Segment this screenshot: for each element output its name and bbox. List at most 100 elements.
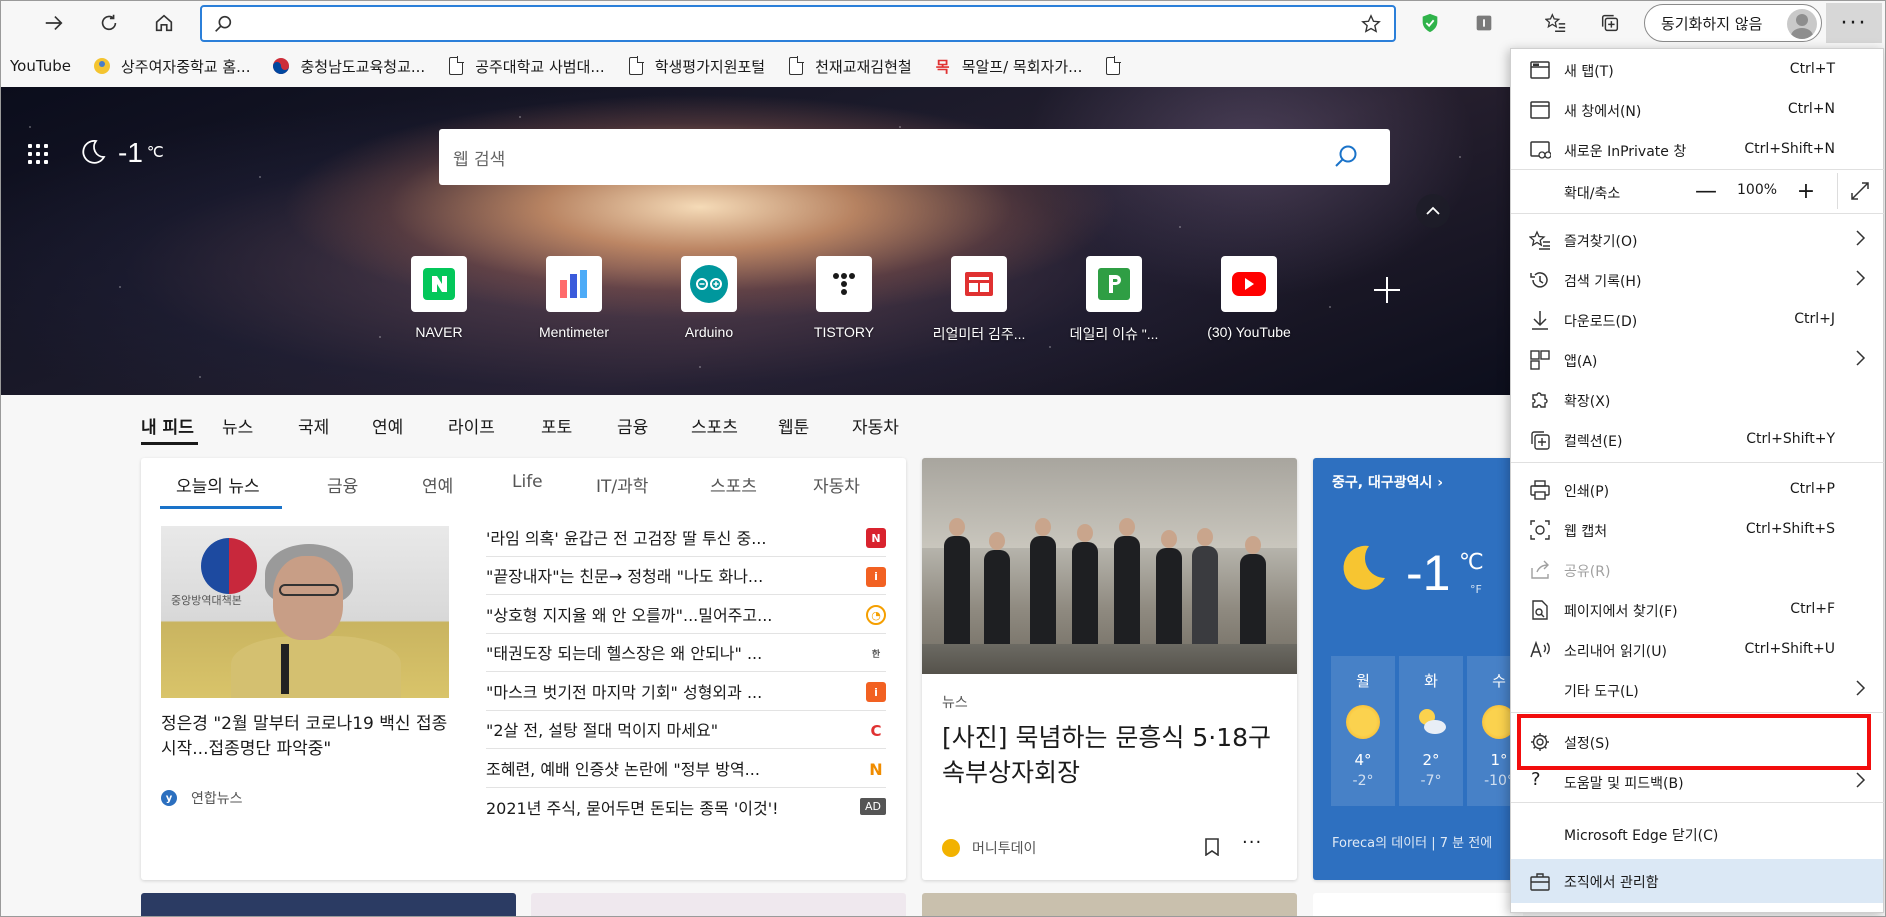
- add-quick-link-icon[interactable]: [1372, 275, 1402, 305]
- tab-international[interactable]: 국제: [298, 405, 336, 445]
- headline-item[interactable]: "상호형 지지율 왜 안 오를까"...밀어주고... ◔: [486, 595, 886, 634]
- headline-item[interactable]: "태권도장 되는데 헬스장은 왜 안되나" ... 한: [486, 634, 886, 672]
- menu-item-favorites[interactable]: 즐겨찾기(O): [1511, 219, 1885, 259]
- menu-item-shortcut: Ctrl+Shift+N: [1744, 141, 1835, 157]
- favorite-label: 목알프/ 목회자가...: [961, 57, 1083, 76]
- quick-link-youtube[interactable]: (30) YouTube: [1181, 256, 1317, 340]
- menu-item-close-edge[interactable]: Microsoft Edge 닫기(C): [1511, 813, 1885, 853]
- collections-button[interactable]: [1592, 6, 1628, 40]
- subtab-life[interactable]: Life: [512, 472, 543, 492]
- home-button[interactable]: [146, 6, 182, 40]
- tab-sports[interactable]: 스포츠: [691, 405, 746, 445]
- favorite-untitled[interactable]: [1104, 56, 1132, 76]
- featured-image[interactable]: 중앙방역대책본: [161, 526, 449, 698]
- hero-temperature[interactable]: -1 ℃: [118, 137, 164, 169]
- forecast-day[interactable]: 화 2° -7°: [1399, 656, 1463, 806]
- subtab-it-science[interactable]: IT/과학: [596, 472, 648, 497]
- tab-life[interactable]: 라이프: [448, 405, 503, 445]
- photo-news-card[interactable]: 뉴스 [사진] 묵념하는 문흥식 5·18구속부상자회장 머니투데이 ···: [922, 458, 1297, 880]
- headline-item[interactable]: '라임 의혹' 윤갑근 전 고검장 딸 투신 중... N: [486, 518, 886, 557]
- menu-item-collections[interactable]: 컬렉션(E) Ctrl+Shift+Y: [1511, 419, 1885, 459]
- weather-card[interactable]: 중구, 대구광역시 › -1 ℃ °F 월 4° -2° 화 2° -7° 수 …: [1313, 458, 1523, 880]
- tab-entertainment[interactable]: 연예: [372, 405, 410, 445]
- shield-extension-button[interactable]: [1412, 6, 1448, 40]
- weather-unit-f[interactable]: °F: [1470, 583, 1482, 596]
- headline-item[interactable]: 조혜련, 예배 인증샷 논란에 "정부 방역... N: [486, 749, 886, 788]
- favorite-label: 충청남도교육청교...: [300, 57, 426, 76]
- menu-item-apps[interactable]: 앱(A): [1511, 339, 1885, 379]
- menu-item-new-tab[interactable]: 새 탭(T) Ctrl+T: [1511, 49, 1885, 89]
- add-favorite-star-icon[interactable]: [1360, 13, 1382, 35]
- weather-unit-c[interactable]: ℃: [1459, 550, 1484, 575]
- weather-footer[interactable]: Foreca의 데이터 | 7 분 전에: [1332, 832, 1492, 851]
- headline-item[interactable]: "끝장내자"는 친문→ 정청래 "나도 화나... i: [486, 557, 886, 595]
- quick-link-arduino[interactable]: Arduino: [641, 256, 777, 340]
- forward-button[interactable]: [36, 6, 72, 40]
- next-card-peek: [1313, 893, 1523, 917]
- web-search-box[interactable]: 웹 검색: [439, 129, 1390, 185]
- favorite-chungnam[interactable]: 충청남도교육청교...: [272, 56, 425, 77]
- menu-item-share[interactable]: 공유(R): [1511, 549, 1885, 589]
- subtab-automobile[interactable]: 자동차: [813, 472, 860, 497]
- headline-item[interactable]: 2021년 주식, 묻어두면 돈되는 종목 '이것'! AD: [486, 788, 886, 827]
- favorite-evaluation-portal[interactable]: 학생평가지원포털: [627, 56, 765, 77]
- headline-item[interactable]: "2살 전, 설탕 절대 먹이지 마세요" C: [486, 711, 886, 749]
- favorite-youtube[interactable]: YouTube: [10, 57, 71, 75]
- more-options-button[interactable]: ···: [1242, 832, 1262, 853]
- menu-item-history[interactable]: 검색 기록(H): [1511, 259, 1885, 299]
- zoom-in-button[interactable]: +: [1789, 175, 1823, 207]
- quick-link-tistory[interactable]: TISTORY: [776, 256, 912, 340]
- menu-item-print[interactable]: 인쇄(P) Ctrl+P: [1511, 469, 1885, 509]
- quick-link-label: Arduino: [684, 324, 734, 340]
- menu-item-inprivate[interactable]: 새로운 InPrivate 창 Ctrl+Shift+N: [1511, 129, 1885, 169]
- forecast-day[interactable]: 월 4° -2°: [1331, 656, 1395, 806]
- tab-webtoon[interactable]: 웹툰: [778, 405, 816, 445]
- subtab-today[interactable]: 오늘의 뉴스: [176, 472, 260, 497]
- menu-item-more-tools[interactable]: 기타 도구(L): [1511, 669, 1885, 709]
- menu-item-find-on-page[interactable]: 페이지에서 찾기(F) Ctrl+F: [1511, 589, 1885, 629]
- tab-news[interactable]: 뉴스: [222, 405, 260, 445]
- favorite-school[interactable]: 상주여자중학교 홈...: [93, 56, 250, 77]
- quick-link-daily-issue[interactable]: 데일리 이슈 "...: [1046, 256, 1182, 344]
- managed-by-organization[interactable]: 조직에서 관리함: [1511, 859, 1883, 903]
- search-icon[interactable]: [1332, 143, 1360, 171]
- photo-source[interactable]: 머니투데이: [942, 838, 1036, 858]
- bookmark-icon[interactable]: [1204, 838, 1220, 856]
- subtab-sports[interactable]: 스포츠: [710, 472, 757, 497]
- quick-link-realmeter[interactable]: 리얼미터 김주...: [911, 256, 1047, 344]
- refresh-button[interactable]: [91, 6, 127, 40]
- favorites-button[interactable]: [1538, 6, 1574, 40]
- fullscreen-icon[interactable]: [1849, 180, 1871, 202]
- quick-link-naver[interactable]: NAVER: [371, 256, 507, 340]
- find-on-page-icon: [1532, 600, 1548, 620]
- favorite-mokalpeu[interactable]: 목 목알프/ 목회자가...: [934, 56, 1083, 77]
- menu-item-web-capture[interactable]: 웹 캡처 Ctrl+Shift+S: [1511, 509, 1885, 549]
- tab-my-feed[interactable]: 내 피드: [141, 405, 198, 445]
- featured-source[interactable]: y 연합뉴스: [161, 788, 243, 808]
- tab-finance[interactable]: 금융: [617, 405, 655, 445]
- settings-and-more-button[interactable]: ···: [1826, 3, 1882, 43]
- favorites-icon: [1529, 230, 1550, 250]
- headline-item[interactable]: "마스크 벗기전 마지막 기회" 성형외과 ... i: [486, 672, 886, 711]
- zoom-out-button[interactable]: —: [1689, 175, 1723, 207]
- menu-item-new-window[interactable]: 새 창에서(N) Ctrl+N: [1511, 89, 1885, 129]
- tab-photo[interactable]: 포토: [541, 405, 579, 445]
- photo-title[interactable]: [사진] 묵념하는 문흥식 5·18구속부상자회장: [942, 720, 1287, 790]
- weather-location[interactable]: 중구, 대구광역시 ›: [1332, 472, 1443, 492]
- featured-title[interactable]: 정은경 "2월 말부터 코로나19 백신 접종 시작...접종명단 파악중": [161, 712, 451, 762]
- extension-button[interactable]: [1466, 6, 1502, 40]
- app-launcher-icon[interactable]: [28, 144, 48, 164]
- menu-item-extensions[interactable]: 확장(X): [1511, 379, 1885, 419]
- favorite-kongju[interactable]: 공주대학교 사범대...: [447, 56, 605, 77]
- collapse-button[interactable]: [1416, 194, 1450, 228]
- menu-item-downloads[interactable]: 다운로드(D) Ctrl+J: [1511, 299, 1885, 339]
- subtab-finance[interactable]: 금융: [327, 472, 358, 497]
- profile-sync-button[interactable]: 동기화하지 않음: [1644, 4, 1822, 42]
- menu-item-read-aloud[interactable]: 소리내어 읽기(U) Ctrl+Shift+U: [1511, 629, 1885, 669]
- subtab-entertainment[interactable]: 연예: [422, 472, 453, 497]
- tab-automobile[interactable]: 자동차: [852, 405, 907, 445]
- menu-item-label: 웹 캡처: [1564, 524, 1608, 540]
- quick-link-mentimeter[interactable]: Mentimeter: [506, 256, 642, 340]
- address-bar[interactable]: [200, 5, 1396, 42]
- favorite-chunjae[interactable]: 천재교재김현철: [787, 56, 912, 77]
